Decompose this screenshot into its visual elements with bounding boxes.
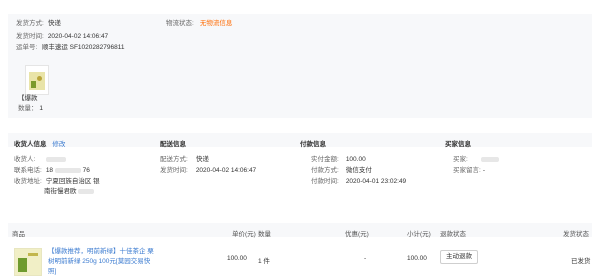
ship-time-row: 发货时间: 2020-04-02 14:06:47 [16,32,108,41]
shipped-item-thumbnail[interactable] [25,65,49,95]
consignee-address-line2-row: 南街慢君欧 [44,187,95,196]
payment-time-row: 付款时间: 2020-04-01 23:02:49 [311,177,406,186]
order-items-table: 商品 单价(元) 数量 优惠(元) 小计(元) 退款状态 发货状态 【爆款推荐，… [8,215,592,277]
tracking-label: 运单号: [16,44,38,51]
delivery-section-title: 配送信息 [160,141,186,148]
paid-amount-value: 100.00 [345,156,366,163]
buyer-note-value: - [482,167,485,174]
row-unit-price: 100.00 [227,255,247,262]
shipped-qty-row: 数量： 1 [18,104,43,113]
delivery-time-value: 2020-04-02 14:06:47 [195,167,257,174]
consignee-name-row: 收货人: [14,155,66,164]
consignee-name-label: 收货人: [14,156,36,163]
shipment-panel: 发货方式: 快递 物流状态: 无物流信息 发货时间: 2020-04-02 14… [8,14,592,118]
delivery-time-label: 发货时间: [160,167,188,174]
logistics-status-value: 无物流信息 [199,20,233,27]
product-image[interactable] [14,248,42,276]
delivery-method-row: 配送方式: 快递 [160,155,209,164]
row-qty: 1 件 [258,258,270,265]
row-ship-status: 已发货 [571,258,591,265]
payment-section-title: 付款信息 [300,141,326,148]
payment-time-value: 2020-04-01 23:02:49 [345,178,407,185]
col-discount: 优惠(元) [345,231,369,238]
col-product: 商品 [12,231,25,238]
buyer-row: 买家: [453,155,499,164]
payment-way-value: 微信支付 [345,167,372,174]
product-name-link[interactable]: 【爆款推荐，明前新绿】十佳茶企 栗树明前新绿 250g 100元[莫园交易快照] [48,247,158,277]
buyer-note-label: 买家留言: [453,167,481,174]
order-info-panel: 收货人信息 修改 配送信息 付款信息 买家信息 收货人: 联系电话: 18 76… [8,133,592,203]
edit-consignee-link[interactable]: 修改 [52,141,65,148]
col-ship-status: 发货状态 [563,231,589,238]
row-discount: - [364,255,367,262]
consignee-address-line1: 宁夏回族自治区 银 [45,178,100,185]
consignee-phone-row: 联系电话: 18 76 [14,166,90,175]
consignee-address-line2: 南街慢君欧 [44,188,77,195]
ship-time-label: 发货时间: [16,33,44,40]
ship-method-label: 发货方式: [16,20,44,27]
consignee-phone-label: 联系电话: [14,167,42,174]
redacted-buyer [480,156,499,162]
payment-way-label: 付款方式: [311,167,339,174]
consignee-phone-tail: 76 [82,167,90,174]
order-detail-page: 发货方式: 快递 物流状态: 无物流信息 发货时间: 2020-04-02 14… [0,0,600,280]
consignee-address-row: 收货地址: 宁夏回族自治区 银 [14,177,100,186]
delivery-method-value: 快递 [195,156,209,163]
delivery-method-label: 配送方式: [160,156,188,163]
logistics-status-row: 物流状态: 无物流信息 [166,19,232,28]
consignee-phone-value: 18 [45,167,54,174]
col-qty: 数量 [258,231,271,238]
col-subtotal: 小计(元) [407,231,431,238]
tracking-number[interactable]: SF1020282796811 [70,44,125,51]
buyer-section-title: 买家信息 [445,141,471,148]
delivery-time-row: 发货时间: 2020-04-02 14:06:47 [160,166,256,175]
shipped-qty-label: 数量： [18,105,38,112]
buyer-label: 买家: [453,156,468,163]
tea-package-image [29,72,45,90]
logistics-status-label: 物流状态: [166,20,194,27]
col-unit-price: 单价(元) [232,231,256,238]
buyer-note-row: 买家留言: - [453,166,485,175]
tracking-row: 运单号: 顺丰速运 SF1020282796811 [16,43,124,52]
ship-method-value: 快递 [47,20,61,27]
shipped-qty-value: 1 [39,105,43,112]
row-subtotal: 100.00 [407,255,427,262]
ship-time-value: 2020-04-02 14:06:47 [47,33,109,40]
payment-way-row: 付款方式: 微信支付 [311,166,372,175]
active-refund-button[interactable]: 主动退款 [440,250,478,264]
paid-amount-label: 实付金额: [311,156,339,163]
table-header [8,223,592,237]
carrier-name: 顺丰速运 [41,44,68,51]
col-refund-status: 退款状态 [440,231,466,238]
consignee-section-title: 收货人信息 修改 [14,141,66,148]
payment-time-label: 付款时间: [311,178,339,185]
paid-amount-row: 实付金额: 100.00 [311,155,366,164]
consignee-address-label: 收货地址: [14,178,42,185]
redacted-name [45,156,66,162]
shipped-item-note: 【爆款 [18,95,38,102]
ship-method-row: 发货方式: 快递 [16,19,61,28]
